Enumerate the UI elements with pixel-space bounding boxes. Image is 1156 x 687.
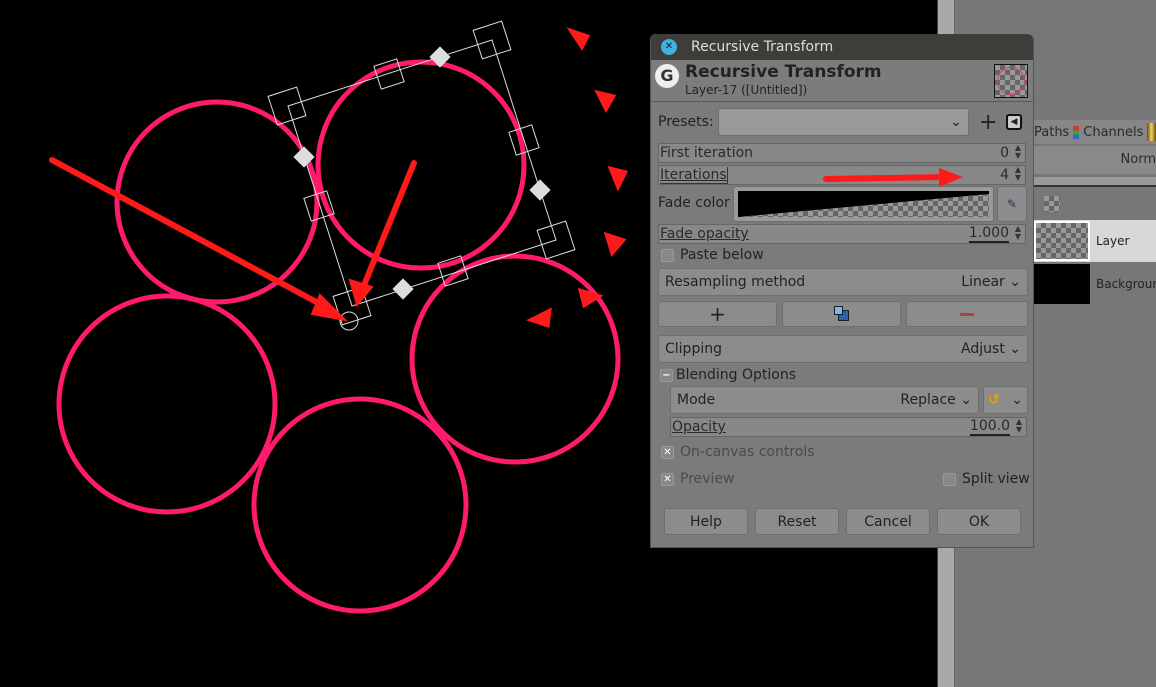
on-canvas-controls-label: On-canvas controls xyxy=(680,444,815,460)
resampling-value: Linear xyxy=(961,274,1005,290)
checkbox-checked-icon: ✕ xyxy=(661,472,674,486)
remove-icon xyxy=(960,312,974,316)
clipping-select[interactable]: Clipping Adjust ⌄ xyxy=(658,335,1028,363)
duplicate-icon xyxy=(833,306,850,322)
layer-thumbnail xyxy=(1034,221,1090,261)
presets-label: Presets: xyxy=(658,114,714,130)
gimp-logo-icon: G xyxy=(655,64,679,88)
layer-row[interactable]: Background xyxy=(1034,263,1156,305)
fade-color-label: Fade color xyxy=(658,195,730,211)
resampling-method-select[interactable]: Resampling method Linear ⌄ xyxy=(658,268,1028,296)
add-preset-icon[interactable]: + xyxy=(979,110,997,135)
mode-value: Replace xyxy=(900,392,956,408)
layer-mode-value: Norm xyxy=(1120,152,1156,167)
opacity-value: 100.0 xyxy=(969,418,1010,436)
spin-arrows-icon[interactable]: ▲ ▼ xyxy=(1011,225,1025,243)
spin-arrows-icon[interactable]: ▲ ▼ xyxy=(1012,418,1026,436)
header-subtitle: Layer-17 ([Untitled]) xyxy=(685,83,808,97)
fade-opacity-slider[interactable]: Fade opacity 1.000 ▲ ▼ xyxy=(658,224,1026,244)
dialog-header: G Recursive Transform Layer-17 ([Untitle… xyxy=(651,60,1033,102)
layer-name: Layer xyxy=(1096,234,1130,248)
gradient-tab-icon[interactable] xyxy=(1147,123,1156,141)
fade-color-button[interactable] xyxy=(733,186,994,222)
ok-button[interactable]: OK xyxy=(937,508,1021,535)
annotation-arrow xyxy=(823,168,963,187)
on-canvas-controls-checkbox[interactable]: ✕ On-canvas controls xyxy=(661,444,815,460)
clipping-label: Clipping xyxy=(665,341,722,357)
lock-alpha-icon[interactable] xyxy=(1044,196,1060,212)
preset-menu-icon[interactable]: ◀ xyxy=(1006,114,1022,130)
chevron-down-icon: ⌄ xyxy=(1009,274,1021,290)
chevron-down-icon: ⌄ xyxy=(950,114,962,130)
layer-name: Background xyxy=(1096,277,1156,291)
blend-mode-select[interactable]: Mode Replace ⌄ xyxy=(670,386,979,414)
checkbox-icon xyxy=(943,472,956,486)
opacity-label: Opacity xyxy=(672,419,726,435)
opacity-slider[interactable]: Opacity 100.0 ▲ ▼ xyxy=(670,417,1027,437)
layer-opacity-bar[interactable] xyxy=(1034,177,1156,187)
close-icon[interactable]: ✕ xyxy=(661,39,677,55)
presets-select[interactable]: ⌄ xyxy=(718,108,969,136)
chevron-down-icon: ⌄ xyxy=(1011,392,1023,408)
blending-options-expander[interactable]: − Blending Options xyxy=(660,367,796,383)
preview-checkbox[interactable]: ✕ Preview xyxy=(661,471,735,487)
resampling-label: Resampling method xyxy=(665,274,806,290)
dock-tabs: Paths Channels xyxy=(1034,120,1156,144)
first-iteration-spinbox[interactable]: First iteration 0 ▲ ▼ xyxy=(658,143,1026,163)
collapse-icon: − xyxy=(660,368,673,382)
iterations-value: 4 xyxy=(1000,167,1009,183)
add-transform-button[interactable]: + xyxy=(658,301,777,327)
spin-arrows-icon[interactable]: ▲ ▼ xyxy=(1011,166,1025,184)
tab-paths[interactable]: Paths xyxy=(1034,125,1069,140)
remove-transform-button[interactable] xyxy=(906,301,1028,327)
channels-icon xyxy=(1073,125,1080,139)
layer-preview-thumbnail xyxy=(994,64,1028,98)
dialog-titlebar[interactable]: ✕ Recursive Transform xyxy=(651,34,1033,60)
clipping-value: Adjust xyxy=(961,341,1005,357)
help-button[interactable]: Help xyxy=(664,508,748,535)
first-iteration-label: First iteration xyxy=(660,145,754,161)
mode-label: Mode xyxy=(677,392,716,408)
cancel-button[interactable]: Cancel xyxy=(846,508,930,535)
split-view-checkbox[interactable]: Split view xyxy=(943,471,1030,487)
fade-opacity-value: 1.000 xyxy=(968,225,1009,243)
checkbox-icon xyxy=(661,248,674,262)
spin-arrows-icon[interactable]: ▲ ▼ xyxy=(1011,144,1025,162)
header-title: Recursive Transform xyxy=(685,62,882,82)
plus-icon: + xyxy=(709,302,726,326)
eyedropper-icon: ✎ xyxy=(1006,197,1018,211)
fade-opacity-label: Fade opacity xyxy=(660,226,749,242)
checkbox-checked-icon: ✕ xyxy=(661,445,674,459)
color-picker-button[interactable]: ✎ xyxy=(997,186,1027,222)
layer-mode-select[interactable]: Norm xyxy=(1034,146,1156,174)
paste-below-label: Paste below xyxy=(680,247,764,263)
first-iteration-value: 0 xyxy=(1000,145,1009,161)
layer-thumbnail xyxy=(1034,264,1090,304)
lock-row xyxy=(1034,190,1156,220)
window-title: Recursive Transform xyxy=(691,39,834,55)
duplicate-transform-button[interactable] xyxy=(782,301,901,327)
tab-channels[interactable]: Channels xyxy=(1083,125,1143,140)
composite-mode-select[interactable]: ↺ ⌄ xyxy=(983,386,1028,414)
iterations-label: Iterations xyxy=(660,166,728,184)
layer-row[interactable]: Layer xyxy=(1034,220,1156,262)
recursive-transform-dialog: ✕ Recursive Transform G Recursive Transf… xyxy=(650,34,1034,548)
composite-reset-icon: ↺ xyxy=(988,392,1000,408)
split-view-label: Split view xyxy=(962,471,1030,487)
chevron-down-icon: ⌄ xyxy=(1009,341,1021,357)
blending-options-label: Blending Options xyxy=(676,367,796,383)
reset-button[interactable]: Reset xyxy=(755,508,839,535)
chevron-down-icon: ⌄ xyxy=(960,392,972,408)
paste-below-checkbox[interactable]: Paste below xyxy=(661,247,764,263)
preview-label: Preview xyxy=(680,471,735,487)
